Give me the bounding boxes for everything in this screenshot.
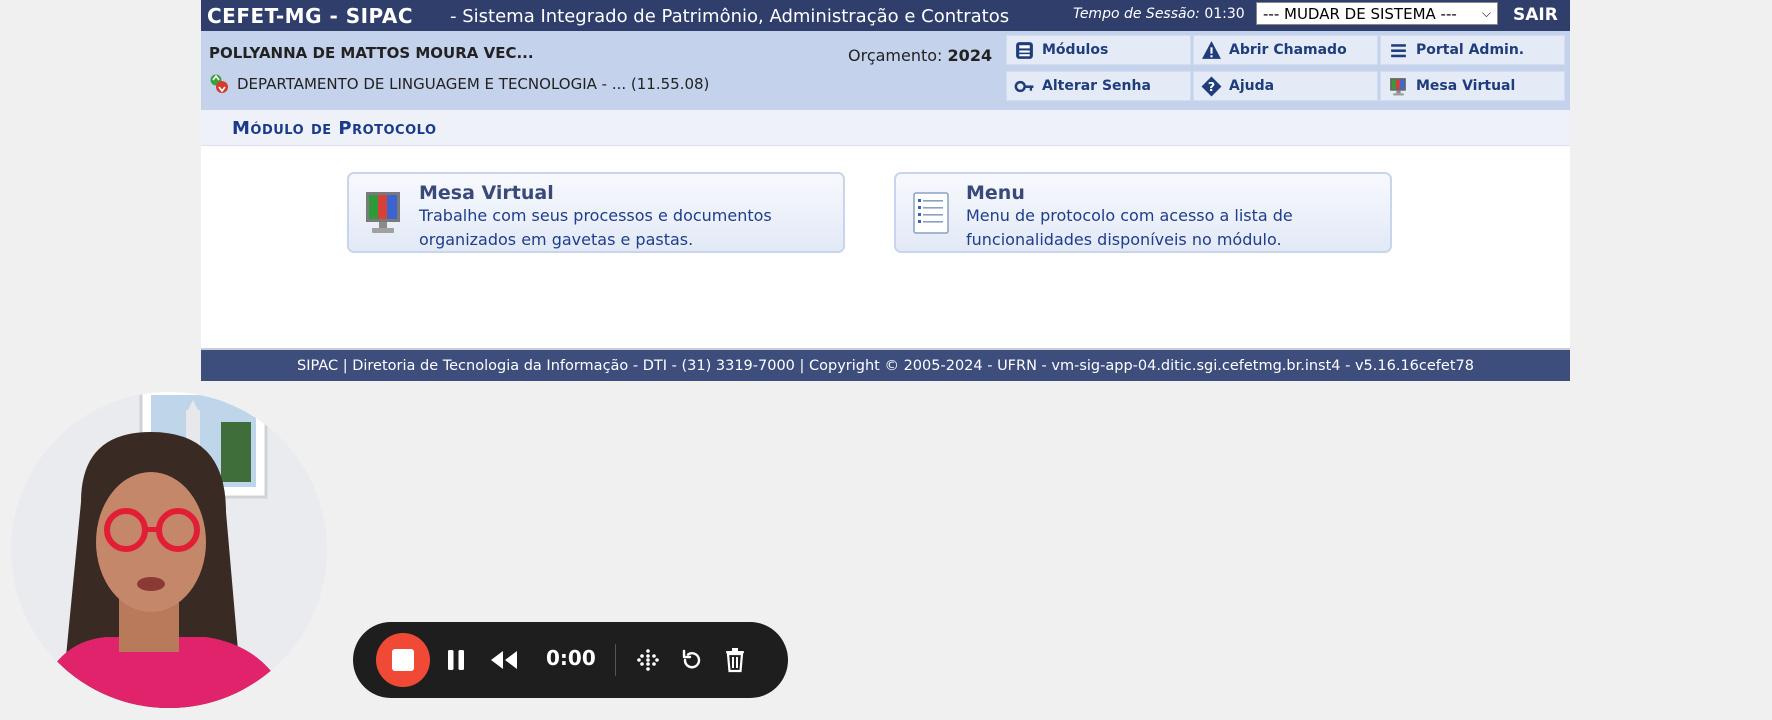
pause-icon <box>448 650 464 670</box>
user-name: POLLYANNA DE MATTOS MOURA VEC... <box>209 44 534 62</box>
stop-icon <box>392 649 414 671</box>
virtual-desk-link[interactable]: Mesa Virtual <box>1380 71 1565 101</box>
session-time: 01:30 <box>1204 6 1245 22</box>
grid-dots-icon <box>637 649 659 671</box>
sipac-app: CEFET-MG - SIPAC - Sistema Integrado de … <box>201 0 1570 381</box>
help-link[interactable]: ? Ajuda <box>1193 71 1378 101</box>
footer-text: SIPAC | Diretoria de Tecnologia da Infor… <box>297 357 1474 374</box>
recording-timer: 0:00 <box>546 646 596 670</box>
budget-year-value: 2024 <box>947 46 993 65</box>
budget-label: Orçamento: <box>848 46 943 65</box>
open-ticket-label: Abrir Chamado <box>1229 42 1347 58</box>
toolbar-divider <box>615 644 616 676</box>
webcam-video <box>11 392 327 708</box>
department-name: DEPARTAMENTO DE LINGUAGEM E TECNOLOGIA -… <box>237 75 710 93</box>
modules-icon <box>1016 41 1033 59</box>
logout-link[interactable]: SAIR <box>1513 5 1558 25</box>
recorder-toolbar: 0:00 <box>353 622 788 698</box>
modules-label: Módulos <box>1042 42 1109 58</box>
help-label: Ajuda <box>1229 78 1275 94</box>
virtual-desk-card[interactable]: Mesa Virtual Trabalhe com seus processos… <box>347 172 845 253</box>
virtual-desk-card-title: Mesa Virtual <box>419 182 554 204</box>
restart-button[interactable] <box>677 645 707 675</box>
change-password-label: Alterar Senha <box>1042 78 1151 94</box>
rewind-button[interactable] <box>487 645 521 675</box>
list-icon <box>1391 43 1406 57</box>
rewind-icon <box>491 651 517 669</box>
key-icon <box>1014 80 1034 92</box>
department-row: DEPARTAMENTO DE LINGUAGEM E TECNOLOGIA -… <box>209 73 709 95</box>
menu-card[interactable]: Menu Menu de protocolo com acesso a list… <box>894 172 1392 253</box>
change-system-select[interactable]: --- MUDAR DE SISTEMA --- ⌵ <box>1256 2 1498 25</box>
virtual-desk-card-description: Trabalhe com seus processos e documentos… <box>419 206 772 249</box>
change-system-value: --- MUDAR DE SISTEMA --- <box>1263 4 1457 23</box>
monitor-icon <box>1390 77 1406 95</box>
admin-portal-label: Portal Admin. <box>1416 42 1525 58</box>
session-label: Tempo de Sessão: <box>1073 6 1200 22</box>
system-subtitle: - Sistema Integrado de Patrimônio, Admin… <box>450 6 1010 27</box>
switch-unit-icon[interactable] <box>209 73 229 95</box>
menu-card-title: Menu <box>966 182 1025 204</box>
trash-icon <box>726 648 744 673</box>
change-password-link[interactable]: Alterar Senha <box>1006 71 1191 101</box>
webcam-bubble[interactable] <box>11 392 327 708</box>
session-timer: Tempo de Sessão: 01:30 <box>1073 6 1245 22</box>
module-title: Módulo de Protocolo <box>232 118 437 139</box>
brand-title[interactable]: CEFET-MG - SIPAC <box>207 4 413 28</box>
module-header: Módulo de Protocolo <box>201 110 1570 146</box>
admin-portal-link[interactable]: Portal Admin. <box>1380 35 1565 65</box>
budget-year: Orçamento: 2024 <box>848 46 992 65</box>
modules-link[interactable]: Módulos <box>1006 35 1191 65</box>
document-list-icon <box>913 192 949 234</box>
grid-button[interactable] <box>633 645 663 675</box>
user-info-bar: POLLYANNA DE MATTOS MOURA VEC... DEPARTA… <box>201 31 1570 110</box>
pause-button[interactable] <box>441 645 471 675</box>
module-content: Mesa Virtual Trabalhe com seus processos… <box>201 146 1570 348</box>
menu-card-description: Menu de protocolo com acesso a lista de … <box>966 206 1293 249</box>
warning-icon <box>1202 40 1221 59</box>
restart-icon <box>682 649 701 669</box>
help-icon: ? <box>1201 76 1222 96</box>
delete-button[interactable] <box>720 645 750 675</box>
footer: SIPAC | Diretoria de Tecnologia da Infor… <box>201 348 1570 381</box>
open-ticket-link[interactable]: Abrir Chamado <box>1193 35 1378 65</box>
top-bar: CEFET-MG - SIPAC - Sistema Integrado de … <box>201 0 1570 31</box>
stop-recording-button[interactable] <box>376 633 430 687</box>
virtual-desk-label: Mesa Virtual <box>1416 78 1516 94</box>
svg-text:?: ? <box>1208 79 1215 94</box>
chevron-down-icon: ⌵ <box>1481 6 1491 20</box>
monitor-icon <box>366 192 400 233</box>
